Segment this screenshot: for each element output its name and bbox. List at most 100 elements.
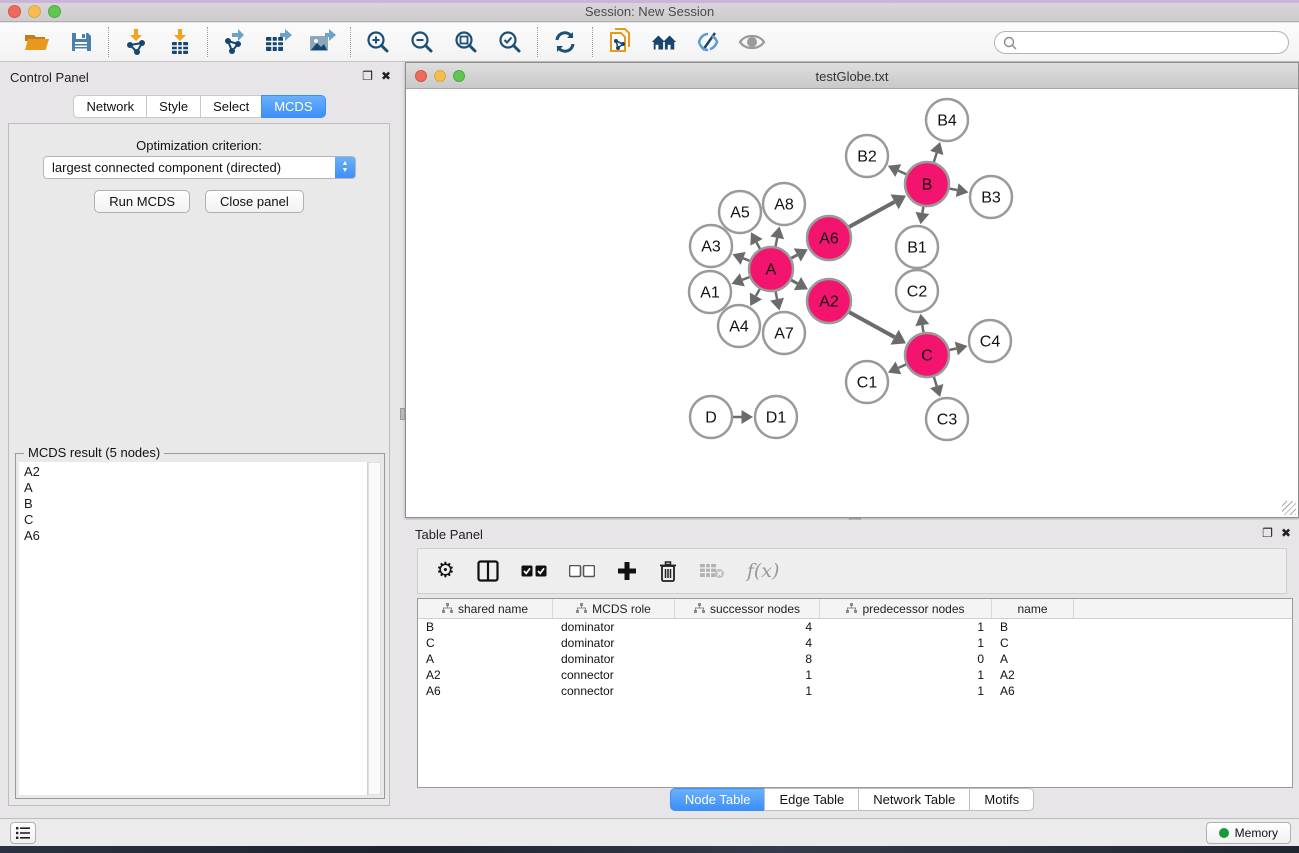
result-item[interactable]: C xyxy=(24,512,367,528)
export-network-icon[interactable] xyxy=(221,28,249,56)
zoom-out-icon[interactable] xyxy=(408,28,436,56)
edge-A-A2[interactable] xyxy=(791,280,797,283)
network-canvas[interactable]: B4B2BB3A5A8A6A3B1AC2A1A2A4A7C4CC1C3DD1 xyxy=(406,89,1298,517)
search-input[interactable] xyxy=(1017,36,1280,50)
open-folder-icon[interactable] xyxy=(23,28,51,56)
edge-A-A5[interactable] xyxy=(756,242,760,248)
column-header-shared-name[interactable]: shared name xyxy=(418,599,553,618)
edge-A-A7[interactable] xyxy=(776,292,778,300)
edge-C-C4[interactable] xyxy=(949,348,956,350)
save-icon[interactable] xyxy=(67,28,95,56)
network-vertical-scroll-thumb[interactable] xyxy=(400,408,405,420)
edge-C-C2[interactable] xyxy=(922,325,923,332)
table-row[interactable]: Bdominator41B xyxy=(418,619,1292,635)
table-close-panel-icon[interactable]: ✖ xyxy=(1281,526,1291,540)
tab-style[interactable]: Style xyxy=(146,95,200,118)
deselect-all-checkboxes-icon[interactable] xyxy=(569,557,595,585)
graph-node-B3[interactable]: B3 xyxy=(970,176,1012,218)
edge-A2-C[interactable] xyxy=(849,312,894,337)
node-table[interactable]: shared nameMCDS rolesuccessor nodesprede… xyxy=(417,598,1293,788)
tab-select[interactable]: Select xyxy=(200,95,261,118)
graph-node-A6[interactable]: A6 xyxy=(807,216,851,260)
graph-node-B[interactable]: B xyxy=(905,162,949,206)
edge-B-B2[interactable] xyxy=(898,171,906,175)
result-list-scrollbar[interactable] xyxy=(368,462,381,795)
show-hide-eye-icon[interactable] xyxy=(738,28,766,56)
graph-node-A7[interactable]: A7 xyxy=(763,312,805,354)
add-column-icon[interactable] xyxy=(617,557,637,585)
graph-node-B4[interactable]: B4 xyxy=(926,99,968,141)
column-header-name[interactable]: name xyxy=(992,599,1074,618)
column-selector-icon[interactable] xyxy=(477,557,499,585)
edge-A-A6[interactable] xyxy=(791,255,797,258)
edge-A-A4[interactable] xyxy=(756,289,760,296)
memory-button[interactable]: Memory xyxy=(1206,822,1291,844)
graph-node-A5[interactable]: A5 xyxy=(719,191,761,233)
network-graph[interactable]: B4B2BB3A5A8A6A3B1AC2A1A2A4A7C4CC1C3DD1 xyxy=(406,89,1298,517)
run-mcds-button[interactable]: Run MCDS xyxy=(94,190,190,213)
mcds-result-list[interactable]: A2ABCA6 xyxy=(19,462,368,795)
tab-network[interactable]: Network xyxy=(73,95,146,118)
search-field[interactable] xyxy=(994,31,1289,54)
graph-node-C2[interactable]: C2 xyxy=(896,270,938,312)
export-table-icon[interactable] xyxy=(265,28,293,56)
table-row[interactable]: Adominator80A xyxy=(418,651,1292,667)
result-item[interactable]: A6 xyxy=(24,528,367,544)
float-panel-icon[interactable]: ❐ xyxy=(362,69,373,83)
graph-node-C1[interactable]: C1 xyxy=(846,361,888,403)
graph-node-C3[interactable]: C3 xyxy=(926,398,968,440)
new-session-from-network-icon[interactable] xyxy=(606,28,634,56)
import-network-icon[interactable] xyxy=(122,28,150,56)
column-header-MCDS-role[interactable]: MCDS role xyxy=(553,599,675,618)
table-float-panel-icon[interactable]: ❐ xyxy=(1262,526,1273,540)
delete-column-trash-icon[interactable] xyxy=(659,557,677,585)
column-header-successor-nodes[interactable]: successor nodes xyxy=(675,599,820,618)
graph-node-A[interactable]: A xyxy=(749,247,793,291)
edge-A-A1[interactable] xyxy=(742,277,749,280)
result-item[interactable]: A xyxy=(24,480,367,496)
tab-node-table[interactable]: Node Table xyxy=(670,788,765,811)
edge-A-A8[interactable] xyxy=(776,238,778,247)
edge-C-C1[interactable] xyxy=(898,364,906,367)
graph-node-B1[interactable]: B1 xyxy=(896,226,938,268)
criterion-dropdown[interactable]: largest connected component (directed) ▲… xyxy=(43,156,356,179)
zoom-fit-icon[interactable] xyxy=(452,28,480,56)
tab-edge-table[interactable]: Edge Table xyxy=(764,788,858,811)
hide-annotations-icon[interactable] xyxy=(694,28,722,56)
graph-node-D[interactable]: D xyxy=(690,396,732,438)
graph-node-B2[interactable]: B2 xyxy=(846,135,888,177)
graph-node-C[interactable]: C xyxy=(905,333,949,377)
edge-A6-B[interactable] xyxy=(849,202,894,227)
edge-B-B4[interactable] xyxy=(934,153,937,162)
window-resize-grip[interactable] xyxy=(1282,501,1296,515)
zoom-selected-icon[interactable] xyxy=(496,28,524,56)
refresh-icon[interactable] xyxy=(551,28,579,56)
graph-node-C4[interactable]: C4 xyxy=(969,320,1011,362)
table-row[interactable]: Cdominator41C xyxy=(418,635,1292,651)
column-header-predecessor-nodes[interactable]: predecessor nodes xyxy=(820,599,992,618)
select-all-checkboxes-icon[interactable] xyxy=(521,557,547,585)
graph-node-A2[interactable]: A2 xyxy=(807,279,851,323)
close-panel-icon[interactable]: ✖ xyxy=(381,69,391,83)
edge-C-C3[interactable] xyxy=(934,377,937,386)
tab-network-table[interactable]: Network Table xyxy=(858,788,969,811)
first-neighbors-icon[interactable] xyxy=(650,28,678,56)
import-table-icon[interactable] xyxy=(166,28,194,56)
result-item[interactable]: A2 xyxy=(24,464,367,480)
network-window-titlebar[interactable]: testGlobe.txt xyxy=(406,63,1298,89)
table-row[interactable]: A6connector11A6 xyxy=(418,683,1292,699)
result-item[interactable]: B xyxy=(24,496,367,512)
tab-mcds[interactable]: MCDS xyxy=(261,95,325,118)
tab-motifs[interactable]: Motifs xyxy=(969,788,1034,811)
graph-node-A3[interactable]: A3 xyxy=(690,225,732,267)
edge-B-B3[interactable] xyxy=(950,189,958,191)
edge-B-B1[interactable] xyxy=(922,207,923,213)
task-history-button[interactable] xyxy=(10,822,36,844)
table-settings-gear-icon[interactable]: ⚙ xyxy=(436,557,455,585)
zoom-in-icon[interactable] xyxy=(364,28,392,56)
graph-node-A1[interactable]: A1 xyxy=(689,271,731,313)
export-image-icon[interactable] xyxy=(309,28,337,56)
graph-node-A8[interactable]: A8 xyxy=(763,183,805,225)
delete-table-icon[interactable] xyxy=(699,557,725,585)
function-builder-icon[interactable]: f(x) xyxy=(747,560,780,582)
